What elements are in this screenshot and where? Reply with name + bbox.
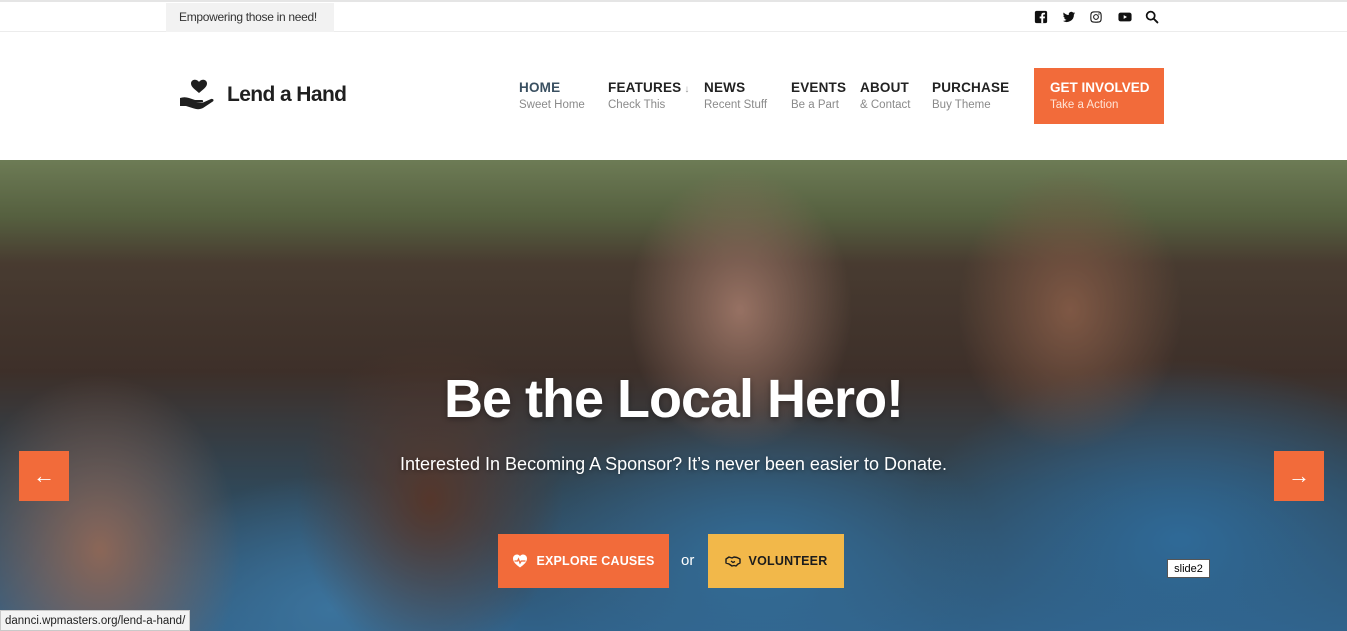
top-bar: Empowering those in need! [0, 0, 1347, 32]
nav-features-title: FEATURES [608, 80, 682, 95]
slide-tooltip: slide2 [1167, 559, 1210, 578]
twitter-icon[interactable] [1061, 9, 1077, 25]
nav-events-title: EVENTS [791, 80, 847, 95]
nav-news-title: NEWS [704, 80, 746, 95]
arrow-right-icon: → [1288, 463, 1310, 488]
nav-about-sub: & Contact [860, 99, 911, 111]
nav-events-sub: Be a Part [791, 99, 839, 111]
hero-title: Be the Local Hero! [443, 369, 904, 429]
volunteer-button[interactable]: VOLUNTEER [708, 534, 844, 588]
nav-features[interactable]: FEATURES ↓ Check This [608, 80, 690, 111]
nav-features-sub: Check This [608, 99, 666, 111]
youtube-icon[interactable] [1117, 9, 1133, 25]
status-bar-url: dannci.wpmasters.org/lend-a-hand/ [0, 610, 191, 631]
nav-about-title: ABOUT [860, 80, 909, 95]
nav-news[interactable]: NEWS Recent Stuff [704, 80, 767, 111]
heart-hand-icon [180, 79, 214, 110]
nav-news-sub: Recent Stuff [704, 99, 768, 111]
get-involved-title: GET INVOLVED [1050, 80, 1150, 95]
get-involved-sub: Take a Action [1050, 99, 1119, 111]
explore-causes-button[interactable]: EXPLORE CAUSES [498, 534, 669, 588]
nav-purchase-title: PURCHASE [932, 80, 1010, 95]
nav-home-title: HOME [519, 80, 561, 95]
nav-events[interactable]: EVENTS Be a Part [791, 80, 846, 111]
nav-home[interactable]: HOME Sweet Home [519, 80, 585, 111]
logo-text: Lend a Hand [227, 83, 347, 106]
get-involved-button[interactable]: GET INVOLVED Take a Action [1034, 68, 1164, 124]
or-separator: or [681, 552, 695, 569]
heartbeat-icon [513, 554, 528, 568]
handshake-icon [724, 556, 741, 567]
explore-causes-label: EXPLORE CAUSES [536, 554, 655, 568]
instagram-icon[interactable] [1088, 9, 1104, 25]
site-logo[interactable]: Lend a Hand [179, 78, 347, 112]
dropdown-arrow-icon: ↓ [684, 84, 690, 95]
hero-slider: Be the Local Hero! Interested In Becomin… [0, 160, 1347, 631]
nav-home-sub: Sweet Home [519, 99, 585, 111]
volunteer-label: VOLUNTEER [748, 554, 828, 568]
facebook-icon[interactable] [1033, 9, 1049, 25]
nav-purchase-sub: Buy Theme [932, 99, 991, 111]
arrow-left-icon: ← [33, 463, 55, 488]
nav-purchase[interactable]: PURCHASE Buy Theme [932, 80, 1009, 111]
hero-subtitle: Interested In Becoming A Sponsor? It’s n… [399, 454, 947, 474]
slider-prev-button[interactable]: ← [19, 451, 69, 501]
nav-about[interactable]: ABOUT & Contact [860, 80, 911, 111]
slider-next-button[interactable]: → [1274, 451, 1324, 501]
tagline: Empowering those in need! [179, 10, 317, 24]
search-icon[interactable] [1144, 9, 1160, 25]
